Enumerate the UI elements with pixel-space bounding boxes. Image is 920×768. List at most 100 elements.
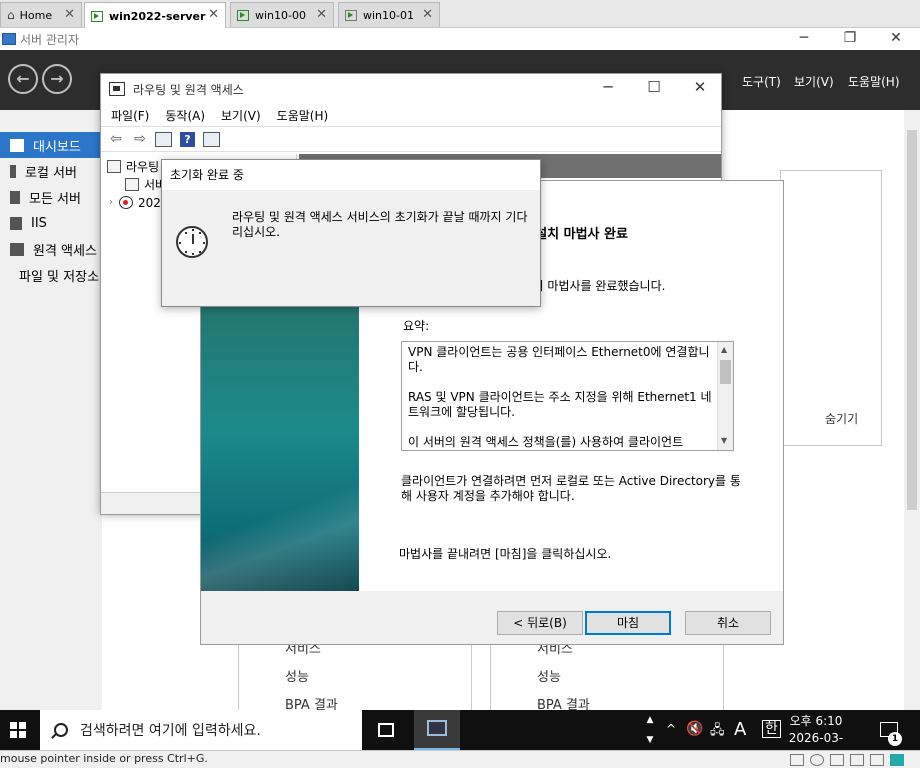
menu-view[interactable]: 보기(V) (221, 107, 261, 124)
menu-help[interactable]: 도움말(H) (848, 73, 900, 90)
tab-home[interactable]: ⌂ Home ✕ (0, 2, 82, 27)
sidebar-item-local-server[interactable]: 로컬 서버 (0, 158, 102, 184)
back-button[interactable]: < 뒤로(B) (497, 611, 583, 635)
close-icon[interactable]: ✕ (208, 7, 219, 22)
back-arrow-icon[interactable]: ⇦ (107, 130, 125, 148)
sidebar-item-label: IIS (31, 215, 47, 231)
welcome-panel (780, 170, 882, 446)
scrollbar-thumb[interactable] (907, 130, 917, 510)
ime-indicator[interactable]: A (734, 719, 746, 740)
sidebar: 대시보드 로컬 서버 모든 서버 IIS 원격 액세스 파일 및 저장소 서비스 (0, 110, 102, 710)
network-icon[interactable]: 🖧 (710, 721, 725, 743)
sidebar-item-all-servers[interactable]: 모든 서버 (0, 184, 102, 210)
wizard-note: 클라이언트가 연결하려면 먼저 로컬로 또는 Active Directory를… (401, 474, 741, 503)
menu-action[interactable]: 동작(A) (165, 107, 205, 124)
device-icon[interactable] (790, 754, 804, 766)
vm-icon (91, 10, 103, 22)
wizard-finish-hint: 마법사를 끝내려면 [마침]을 클릭하십시오. (399, 547, 612, 561)
window-title: 서버 관리자 (20, 32, 80, 47)
server-manager-icon (2, 33, 16, 45)
notification-badge: 1 (888, 732, 902, 746)
start-button[interactable] (10, 722, 26, 738)
taskbar-time: 오후 6:10 (789, 714, 843, 728)
volume-muted-icon[interactable]: 🔇 (686, 721, 703, 737)
vm-icon (345, 9, 357, 21)
sidebar-item-label: 로컬 서버 (25, 165, 77, 181)
task-view-icon[interactable] (378, 723, 394, 737)
ime-hangul-indicator[interactable]: 한 (762, 720, 781, 738)
server-tile-left: 서비스 성능 BPA 결과 (238, 640, 472, 713)
sound-icon[interactable] (870, 754, 884, 766)
rras-toolbar: ⇦ ⇨ ? (101, 126, 721, 152)
back-button[interactable]: ← (8, 64, 38, 94)
summary-paragraph: RAS 및 VPN 클라이언트는 주소 지정을 위해 Ethernet1 네트워… (408, 390, 712, 419)
rras-menubar: 파일(F) 동작(A) 보기(V) 도움말(H) (101, 104, 721, 126)
search-icon (54, 723, 68, 737)
taskbar-search[interactable]: 검색하려면 여기에 입력하세요. (40, 710, 362, 750)
tile-row-performance[interactable]: 성능 (537, 666, 561, 685)
server-manager-titlebar: 서버 관리자 ─ ❐ ✕ (0, 28, 920, 50)
cd-icon[interactable] (810, 754, 824, 766)
forward-button[interactable]: → (42, 64, 72, 94)
maximize-button[interactable]: ☐ (639, 78, 669, 96)
sidebar-item-label: 파일 및 저장소 서비스 (19, 269, 102, 285)
servers-icon (10, 190, 20, 204)
menu-tools[interactable]: 도구(T) (742, 73, 781, 90)
minimize-button[interactable]: ─ (593, 78, 623, 96)
dialog-title: 초기화 완료 중 (162, 160, 540, 190)
tab-win10-00[interactable]: win10-00 ✕ (230, 2, 334, 27)
cancel-button[interactable]: 취소 (685, 611, 771, 635)
summary-scrollbar[interactable]: ▲ ▼ (717, 342, 733, 450)
scrollbar[interactable] (904, 110, 920, 710)
menu-help[interactable]: 도움말(H) (277, 107, 329, 124)
tile-row-performance[interactable]: 성능 (285, 666, 309, 685)
tab-win2022-server[interactable]: win2022-server ✕ (84, 2, 226, 29)
scrollbar-thumb[interactable] (720, 360, 731, 384)
remote-access-icon (10, 242, 24, 256)
server-icon (10, 164, 16, 178)
scroll-down-icon[interactable]: ▼ (721, 436, 727, 445)
console-tree-icon[interactable] (155, 131, 172, 147)
properties-icon[interactable] (203, 131, 220, 147)
search-placeholder: 검색하려면 여기에 입력하세요. (80, 723, 261, 739)
scroll-up-icon[interactable]: ▲ (721, 345, 727, 354)
tab-label: Home (19, 8, 53, 22)
sidebar-item-file-storage[interactable]: 파일 및 저장소 서비스 (0, 262, 102, 288)
initializing-dialog: 초기화 완료 중 라우팅 및 원격 액세스 서비스의 초기화가 끝날 때까지 기… (161, 159, 541, 307)
chevron-icon[interactable]: ▲ ▼ (640, 710, 660, 750)
usb-icon[interactable] (850, 754, 864, 766)
help-icon[interactable]: ? (180, 131, 195, 147)
summary-label: 요약: (403, 319, 430, 333)
show-hidden-icons-icon[interactable]: ^ (666, 722, 676, 736)
vm-statusbar: mouse pointer inside or press Ctrl+G. (0, 750, 920, 768)
rras-icon (107, 160, 121, 173)
network-icon[interactable] (830, 754, 844, 766)
close-icon[interactable]: ✕ (64, 7, 75, 22)
dialog-message: 라우팅 및 원격 액세스 서비스의 초기화가 끝날 때까지 기다리십시오. (232, 210, 528, 239)
server-tile-right: 서비스 성능 BPA 결과 (490, 640, 724, 713)
summary-paragraph: VPN 클라이언트는 공용 인터페이스 Ethernet0에 연결합니다. (408, 345, 710, 374)
tab-label: win10-01 (363, 8, 414, 22)
close-button[interactable]: ✕ (876, 28, 916, 50)
message-icon[interactable] (890, 754, 904, 766)
sidebar-item-remote-access[interactable]: 원격 액세스 (0, 236, 102, 262)
sidebar-item-iis[interactable]: IIS (0, 210, 102, 236)
close-button[interactable]: ✕ (685, 78, 715, 96)
status-text: mouse pointer inside or press Ctrl+G. (0, 752, 208, 765)
taskbar-app-rras[interactable] (414, 710, 460, 750)
sidebar-item-dashboard[interactable]: 대시보드 (0, 132, 102, 158)
menu-file[interactable]: 파일(F) (111, 107, 149, 124)
maximize-button[interactable]: ❐ (830, 28, 870, 50)
close-icon[interactable]: ✕ (422, 7, 433, 22)
minimize-button[interactable]: ─ (784, 28, 824, 50)
forward-arrow-icon[interactable]: ⇨ (131, 130, 149, 148)
tab-win10-01[interactable]: win10-01 ✕ (338, 2, 440, 27)
taskbar: 검색하려면 여기에 입력하세요. ▲ ▼ ^ 🔇 🖧 A 한 오후 6:10 20… (0, 710, 920, 762)
sidebar-item-label: 대시보드 (33, 139, 81, 155)
summary-textbox[interactable]: VPN 클라이언트는 공용 인터페이스 Ethernet0에 연결합니다. RA… (401, 341, 734, 451)
chevron-right-icon[interactable]: › (109, 197, 113, 208)
close-icon[interactable]: ✕ (316, 7, 327, 22)
menu-view[interactable]: 보기(V) (794, 73, 834, 90)
hide-link[interactable]: 숨기기 (825, 410, 858, 427)
finish-button[interactable]: 마침 (585, 611, 671, 635)
